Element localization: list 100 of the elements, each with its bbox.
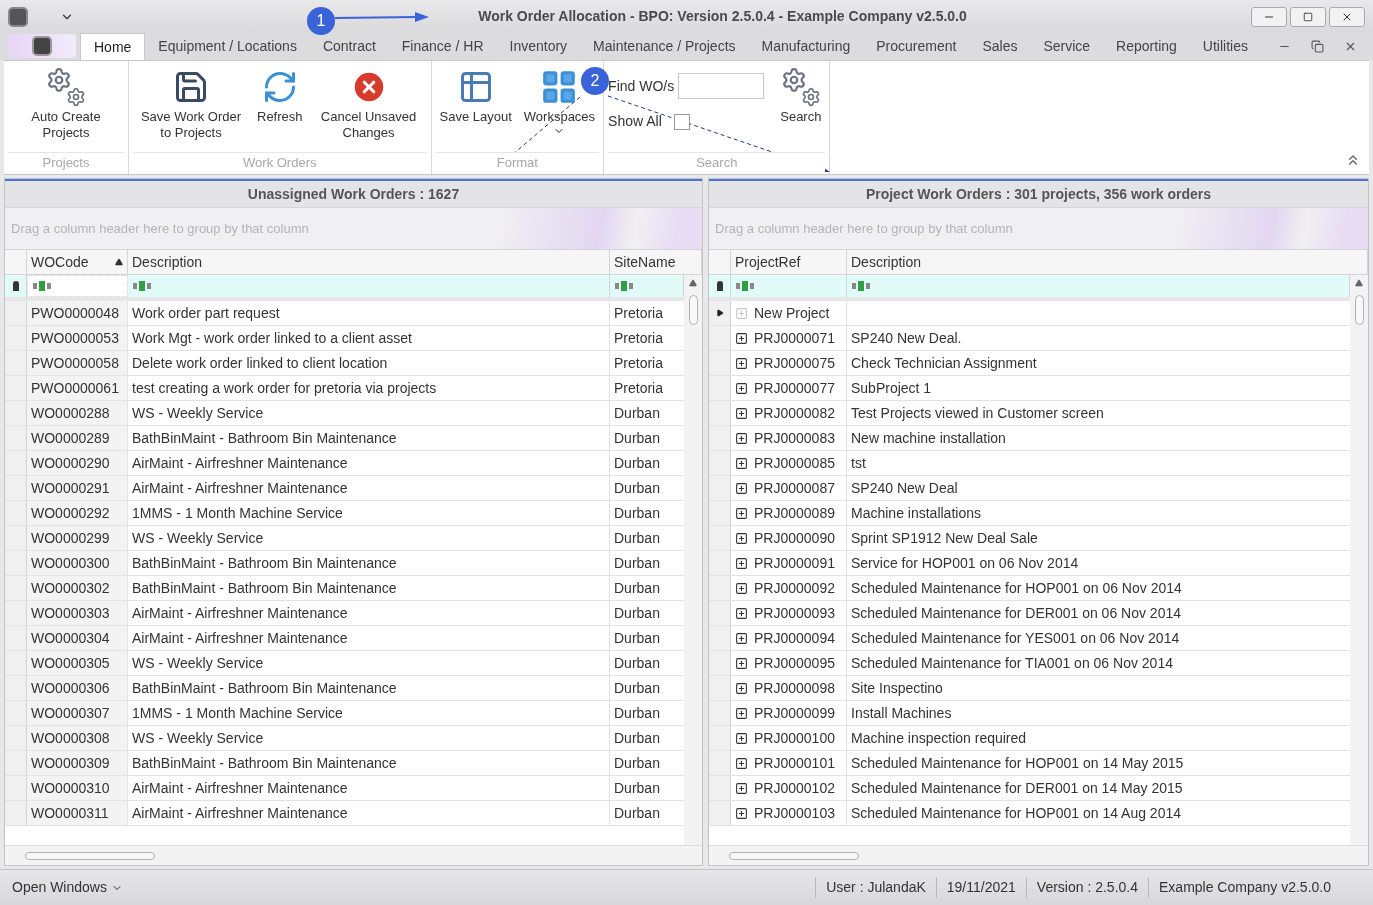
scrollbar-thumb[interactable]	[25, 851, 155, 860]
table-cell: AirMaint - Airfreshner Maintenance	[128, 476, 610, 500]
table-cell: WO0000307	[27, 701, 128, 725]
expand-icon[interactable]	[735, 556, 748, 570]
scrollbar-thumb[interactable]	[729, 851, 859, 860]
column-header[interactable]: WOCode	[27, 250, 128, 274]
table-cell: WO0000290	[27, 451, 128, 475]
table-cell: WO0000308	[27, 726, 128, 750]
table-cell: WO0000299	[27, 526, 128, 550]
menu-tab[interactable]: Sales	[969, 33, 1031, 60]
expand-icon[interactable]	[735, 781, 748, 795]
expand-icon[interactable]	[735, 506, 748, 520]
scrollbar-thumb[interactable]	[688, 295, 698, 325]
expand-icon[interactable]	[735, 656, 748, 670]
expand-icon[interactable]	[735, 631, 748, 645]
table-cell-text: PRJ0000094	[754, 628, 835, 648]
scrollbar-thumb[interactable]	[1354, 295, 1364, 325]
expand-icon[interactable]	[735, 356, 748, 370]
expand-icon[interactable]	[735, 756, 748, 770]
table-cell-text: Pretoria	[613, 353, 665, 373]
table-cell: test creating a work order for pretoria via projects	[128, 376, 610, 400]
table-cell-text: SP240 New Deal	[850, 478, 959, 498]
expand-icon[interactable]	[735, 331, 748, 345]
vertical-scrollbar[interactable]	[1350, 275, 1368, 845]
menu-tab[interactable]: Equipment / Locations	[145, 33, 310, 60]
ribbon-button[interactable]: Cancel Unsaved Changes	[310, 61, 427, 147]
horizontal-scrollbar[interactable]	[709, 845, 1368, 865]
pane-title: Unassigned Work Orders : 1627	[5, 179, 702, 207]
menu-tab[interactable]: Reporting	[1103, 33, 1190, 60]
show-all-checkbox[interactable]	[673, 113, 690, 130]
table-cell: Work Mgt - work order linked to a client asset	[128, 326, 610, 350]
table-cell-text: Durban	[613, 778, 661, 798]
expand-icon[interactable]	[735, 406, 748, 420]
table-cell-text: PRJ0000082	[754, 403, 835, 423]
column-header[interactable]: SiteName	[610, 250, 702, 274]
table-cell: WO0000309	[27, 751, 128, 775]
expand-icon[interactable]	[735, 481, 748, 495]
close-button[interactable]	[1329, 6, 1365, 27]
mdi-close-icon[interactable]	[1344, 40, 1357, 53]
open-windows-button[interactable]: Open Windows	[12, 877, 123, 898]
expand-icon[interactable]	[735, 581, 748, 595]
scroll-up-arrow-icon[interactable]	[1355, 279, 1363, 287]
table-cell-text: Scheduled Maintenance for HOP001 on 14 Aug 2014	[850, 803, 1183, 823]
group-panel: Drag a column header here to group by that column	[5, 207, 702, 249]
filter-icon	[615, 281, 633, 291]
menu-tab[interactable]: Utilities	[1189, 33, 1261, 60]
menu-tab[interactable]: Finance / HR	[388, 33, 497, 60]
ribbon-button[interactable]: Auto Create Projects	[8, 61, 124, 147]
menu-tab[interactable]: Contract	[309, 33, 389, 60]
table-cell: WO0000303	[27, 601, 128, 625]
column-header[interactable]: Description	[128, 250, 610, 274]
mdi-restore-icon[interactable]	[1311, 40, 1324, 53]
table-cell: Work order part request	[128, 301, 610, 325]
table-cell-text: Durban	[613, 728, 661, 748]
expand-icon[interactable]	[735, 381, 748, 395]
ribbon-button[interactable]: Refresh	[253, 61, 307, 147]
expand-icon[interactable]	[735, 806, 748, 820]
pane-title: Project Work Orders : 301 projects, 356 work orders	[709, 179, 1368, 207]
expand-icon[interactable]	[735, 731, 748, 745]
filter-cell[interactable]	[27, 275, 128, 297]
menu-tab[interactable]: Home	[80, 33, 146, 60]
table-cell-text: PRJ0000077	[754, 378, 835, 398]
horizontal-scrollbar[interactable]	[5, 845, 702, 865]
expand-icon[interactable]	[735, 706, 748, 720]
table-cell-text: Durban	[613, 428, 661, 448]
find-input-field[interactable]	[678, 73, 765, 99]
table-cell-text: Durban	[613, 603, 661, 623]
menu-tab[interactable]: Service	[1030, 33, 1104, 60]
vertical-scrollbar[interactable]	[684, 275, 702, 845]
table-cell: BathBinMaint - Bathroom Bin Maintenance	[128, 426, 610, 450]
ribbon-button[interactable]: Save Layout	[435, 61, 516, 147]
expand-icon[interactable]	[735, 681, 748, 695]
menu-tab[interactable]: Maintenance / Projects	[580, 33, 749, 60]
menu-tab[interactable]: Procurement	[863, 33, 970, 60]
ribbon-button[interactable]: Save Work Order to Projects	[133, 61, 249, 147]
maximize-button[interactable]	[1290, 6, 1326, 27]
ribbon-button[interactable]: Search	[776, 61, 826, 147]
minimize-button[interactable]	[1251, 6, 1287, 27]
menu-tab[interactable]: Inventory	[496, 33, 581, 60]
table-cell-text: New Project	[754, 303, 830, 323]
expand-icon[interactable]	[735, 431, 748, 445]
expand-icon[interactable]	[735, 456, 748, 470]
column-header[interactable]: ProjectRef	[731, 250, 847, 274]
table-cell: WO0000289	[27, 426, 128, 450]
scroll-up-arrow-icon[interactable]	[689, 279, 697, 287]
table-cell-text: New machine installation	[850, 428, 1007, 448]
table-cell-text: Durban	[613, 403, 661, 423]
menu-tab[interactable]: Manufacturing	[748, 33, 864, 60]
expand-icon[interactable]	[735, 606, 748, 620]
ribbon-group-label: Search	[608, 152, 826, 174]
expand-icon[interactable]	[735, 531, 748, 545]
row-indicator[interactable]	[709, 301, 731, 325]
application-menu-button[interactable]	[8, 34, 76, 58]
table-cell-text: PRJ0000103	[754, 803, 835, 823]
column-header[interactable]: Description	[847, 250, 1368, 274]
table-cell-text: Site Inspectino	[850, 678, 944, 698]
table-cell-text: PRJ0000098	[754, 678, 835, 698]
filter-icon	[852, 281, 870, 291]
table-cell: PWO0000053	[27, 326, 128, 350]
table-cell-text: Durban	[613, 578, 661, 598]
